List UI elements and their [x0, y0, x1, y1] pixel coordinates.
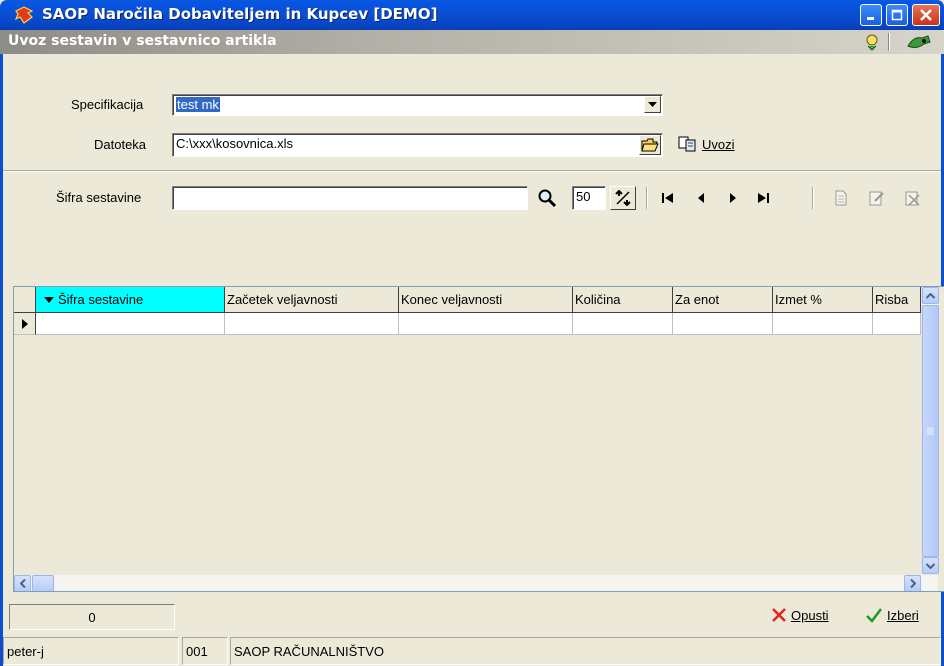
grid-corner	[14, 287, 36, 313]
column-header-izmet[interactable]: Izmet %	[773, 287, 873, 313]
browse-file-button[interactable]	[639, 135, 661, 155]
horizontal-scroll-thumb[interactable]	[32, 575, 54, 591]
row-pointer-icon	[21, 318, 28, 329]
column-header-kolicina[interactable]: Količina	[573, 287, 673, 313]
scroll-left-button[interactable]	[14, 575, 31, 591]
next-record-icon	[730, 193, 736, 203]
vertical-scroll-thumb[interactable]	[922, 305, 939, 557]
search-icon	[538, 189, 557, 208]
window-title: SAOP Naročila Dobaviteljem in Kupcev [DE…	[42, 5, 438, 23]
cancel-label: Opusti	[791, 607, 829, 623]
import-label: Uvozi	[702, 136, 735, 152]
table-cell[interactable]	[36, 313, 225, 335]
specification-label: Specifikacija	[71, 97, 144, 112]
table-cell[interactable]	[399, 313, 573, 335]
spinner-icon	[615, 190, 631, 206]
edit-record-button[interactable]	[868, 189, 886, 207]
header-separator	[888, 33, 890, 51]
status-company-code: 001	[182, 637, 228, 665]
search-input[interactable]	[172, 186, 528, 210]
table-cell[interactable]	[573, 313, 673, 335]
form-header: Uvoz sestavin v sestavnico artikla	[0, 30, 944, 54]
form-separator	[3, 170, 941, 172]
specification-select[interactable]: test mk	[172, 94, 663, 116]
import-button[interactable]: Uvozi	[678, 135, 735, 153]
maximize-button[interactable]	[886, 4, 908, 26]
specification-value: test mk	[176, 97, 220, 112]
search-label: Šifra sestavine	[56, 190, 142, 205]
chevron-down-icon	[926, 562, 935, 569]
table-row[interactable]	[14, 313, 921, 335]
chevron-down-icon	[648, 101, 657, 107]
title-bar: SAOP Naročila Dobaviteljem in Kupcev [DE…	[0, 0, 944, 30]
sort-desc-icon	[44, 297, 54, 303]
last-record-button[interactable]	[754, 189, 772, 207]
chevron-left-icon	[19, 579, 26, 588]
folder-open-icon	[641, 138, 659, 152]
page-size-spinner[interactable]	[610, 186, 636, 210]
window-frame-left	[0, 30, 3, 666]
minimize-button[interactable]	[860, 4, 882, 26]
current-row-indicator	[14, 313, 36, 335]
minimize-icon	[867, 17, 874, 20]
close-icon	[920, 9, 932, 21]
table-cell[interactable]	[773, 313, 873, 335]
column-header-sifra[interactable]: Šifra sestavine	[36, 287, 225, 313]
checkmark-icon	[866, 608, 882, 623]
import-icon	[678, 136, 696, 152]
delete-icon	[905, 191, 920, 206]
column-header-risba[interactable]: Risba	[873, 287, 921, 313]
new-document-icon	[835, 190, 847, 206]
new-record-button[interactable]	[832, 189, 850, 207]
status-bar: peter-j 001 SAOP RAČUNALNIŠTVO	[3, 637, 941, 666]
column-header-za-enot[interactable]: Za enot	[673, 287, 773, 313]
status-company-name: SAOP RAČUNALNIŠTVO	[230, 637, 941, 665]
maximize-icon	[891, 9, 903, 21]
table-cell[interactable]	[673, 313, 773, 335]
components-grid[interactable]: Šifra sestavine Začetek veljavnosti Kone…	[13, 286, 944, 592]
help-icon[interactable]	[862, 32, 882, 52]
select-label: Izberi	[887, 607, 919, 623]
chevron-up-icon	[926, 292, 935, 299]
record-count: 0	[9, 604, 175, 630]
next-record-button[interactable]	[724, 189, 742, 207]
close-button[interactable]	[912, 4, 940, 26]
toolbar-separator	[646, 187, 648, 209]
cancel-x-icon	[772, 608, 786, 622]
exit-icon[interactable]	[906, 32, 932, 52]
table-cell[interactable]	[873, 313, 921, 335]
page-size-value: 50	[576, 189, 591, 204]
vertical-scrollbar[interactable]	[921, 287, 939, 574]
search-button[interactable]	[536, 187, 558, 209]
previous-record-button[interactable]	[692, 189, 710, 207]
scroll-right-button[interactable]	[904, 575, 921, 591]
select-button[interactable]: Izberi	[865, 607, 919, 623]
file-label: Datoteka	[94, 137, 147, 152]
status-user: peter-j	[3, 637, 179, 665]
cancel-button[interactable]: Opusti	[771, 607, 829, 623]
grid-header: Šifra sestavine Začetek veljavnosti Kone…	[14, 287, 921, 313]
file-value: C:\xxx\kosovnica.xls	[176, 136, 294, 151]
grip-icon	[927, 427, 934, 435]
table-cell[interactable]	[225, 313, 399, 335]
previous-record-icon	[698, 193, 704, 203]
page-size-input[interactable]: 50	[572, 186, 606, 210]
specification-dropdown-button[interactable]	[644, 96, 661, 113]
delete-record-button[interactable]	[904, 189, 922, 207]
edit-icon	[869, 191, 884, 206]
scroll-up-button[interactable]	[922, 287, 939, 304]
first-record-button[interactable]	[659, 189, 677, 207]
form-title: Uvoz sestavin v sestavnico artikla	[8, 33, 277, 49]
chevron-right-icon	[909, 579, 916, 588]
app-logo-icon	[14, 6, 34, 24]
horizontal-scrollbar[interactable]	[14, 575, 938, 591]
last-record-icon	[758, 193, 769, 203]
scroll-down-button[interactable]	[922, 557, 939, 574]
column-header-zacetek[interactable]: Začetek veljavnosti	[225, 287, 399, 313]
file-field[interactable]: C:\xxx\kosovnica.xls	[172, 133, 663, 157]
column-header-konec[interactable]: Konec veljavnosti	[399, 287, 573, 313]
toolbar-separator	[812, 187, 814, 209]
first-record-icon	[662, 193, 673, 203]
